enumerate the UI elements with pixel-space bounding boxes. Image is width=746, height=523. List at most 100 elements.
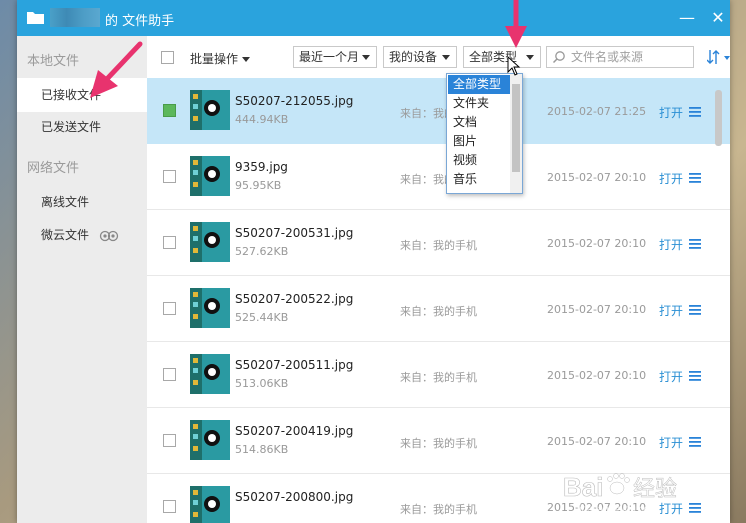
file-size: 95.95KB (235, 179, 282, 192)
folder-icon (27, 12, 44, 24)
menu-icon[interactable] (689, 305, 701, 315)
file-date: 2015-02-07 20:10 (547, 435, 647, 448)
file-name: S50207-200419.jpg (235, 424, 354, 438)
svg-text:jingyan.baidu.com: jingyan.baidu.com (576, 504, 658, 515)
file-row[interactable]: S50207-200511.jpg 513.06KB 来自：我的手机 2015-… (147, 342, 730, 408)
menu-icon[interactable] (689, 371, 701, 381)
time-filter-select[interactable]: 最近一个月 (293, 46, 377, 68)
minimize-button[interactable]: — (678, 9, 696, 27)
type-option-image[interactable]: 图片 (448, 132, 510, 151)
row-checkbox[interactable] (163, 434, 176, 447)
row-checkbox[interactable] (163, 368, 176, 381)
file-row[interactable]: S50207-200531.jpg 527.62KB 来自：我的手机 2015-… (147, 210, 730, 276)
chevron-down-icon (526, 55, 534, 60)
mouse-cursor-icon (507, 56, 521, 76)
svg-text:经验: 经验 (633, 477, 677, 502)
type-option-document[interactable]: 文档 (448, 113, 510, 132)
open-file-link[interactable]: 打开 (659, 434, 683, 451)
image-thumbnail (190, 90, 230, 130)
menu-icon[interactable] (689, 107, 701, 117)
file-source: 来自：我的手机 (400, 503, 477, 516)
watermark-logo: Bai 经验 jingyan.baidu.com (563, 472, 678, 515)
sidebar: 本地文件 已接收文件 已发送文件 网络文件 离线文件 微云文件 (17, 36, 147, 523)
file-date: 2015-02-07 20:10 (547, 369, 647, 382)
row-checkbox[interactable] (163, 500, 176, 513)
chevron-down-icon (362, 55, 370, 60)
file-date: 2015-02-07 20:10 (547, 237, 647, 250)
file-row[interactable]: S50207-200419.jpg 514.86KB 来自：我的手机 2015-… (147, 408, 730, 474)
file-name: 9359.jpg (235, 160, 288, 174)
type-option-video[interactable]: 视频 (448, 151, 510, 170)
sidebar-item-label: 微云文件 (41, 228, 90, 242)
file-source: 来自：我的手机 (400, 371, 477, 384)
menu-icon[interactable] (689, 173, 701, 183)
file-date: 2015-02-07 20:10 (547, 171, 647, 184)
type-filter-select[interactable]: 全部类型 (463, 46, 541, 68)
title-bar[interactable]: 的 文件助手 — ✕ (17, 0, 730, 36)
file-list: S50207-212055.jpg 444.94KB 来自：我的手机 2015-… (147, 78, 730, 523)
file-date: 2015-02-07 21:25 (547, 105, 647, 118)
sort-icon (707, 50, 730, 64)
file-name: S50207-212055.jpg (235, 94, 354, 108)
search-icon (552, 51, 565, 64)
file-source: 来自：我的手机 (400, 305, 477, 318)
file-row[interactable]: S50207-200522.jpg 525.44KB 来自：我的手机 2015-… (147, 276, 730, 342)
sidebar-item-offline[interactable]: 离线文件 (17, 185, 147, 219)
menu-icon[interactable] (689, 437, 701, 447)
chevron-down-icon (242, 57, 251, 62)
toolbar: 批量操作 最近一个月 我的设备 全部类型 文件名或来源 (147, 36, 730, 78)
select-all-checkbox[interactable] (161, 51, 174, 64)
file-source: 来自：我的手机 (400, 239, 477, 252)
batch-operations-label: 批量操作 (190, 52, 239, 66)
annotation-arrow-icon (90, 41, 143, 98)
file-size: 527.62KB (235, 245, 289, 258)
file-date: 2015-02-07 20:10 (547, 303, 647, 316)
file-size: 514.86KB (235, 443, 289, 456)
time-filter-value: 最近一个月 (299, 50, 360, 64)
device-filter-select[interactable]: 我的设备 (383, 46, 457, 68)
window-title: 的 文件助手 (105, 14, 175, 29)
open-file-link[interactable]: 打开 (659, 236, 683, 253)
row-checkbox[interactable] (163, 170, 176, 183)
search-placeholder: 文件名或来源 (571, 50, 644, 64)
file-name: S50207-200511.jpg (235, 358, 354, 372)
svg-text:Bai: Bai (563, 472, 603, 502)
sidebar-item-weiyun[interactable]: 微云文件 (17, 218, 147, 252)
file-size: 525.44KB (235, 311, 289, 324)
image-thumbnail (190, 156, 230, 196)
file-name: S50207-200531.jpg (235, 226, 354, 240)
cloud-icon (99, 230, 118, 241)
file-name: S50207-200522.jpg (235, 292, 354, 306)
dropdown-scrollbar-thumb[interactable] (512, 84, 520, 172)
sort-order-button[interactable] (707, 49, 730, 65)
image-thumbnail (190, 288, 230, 328)
batch-operations-menu[interactable]: 批量操作 (190, 50, 251, 67)
row-checkbox[interactable] (163, 302, 176, 315)
menu-icon[interactable] (689, 239, 701, 249)
list-scrollbar[interactable] (715, 90, 722, 146)
open-file-link[interactable]: 打开 (659, 302, 683, 319)
search-input[interactable]: 文件名或来源 (546, 46, 694, 68)
open-file-link[interactable]: 打开 (659, 170, 683, 187)
file-row[interactable]: 9359.jpg 95.95KB 来自：我的手机 2015-02-07 20:1… (147, 144, 730, 210)
type-filter-dropdown: 全部类型 文件夹 文档 图片 视频 音乐 (446, 73, 523, 194)
file-name: S50207-200800.jpg (235, 490, 354, 504)
open-file-link[interactable]: 打开 (659, 104, 683, 121)
file-source: 来自：我的手机 (400, 437, 477, 450)
row-checkbox[interactable] (163, 236, 176, 249)
open-file-link[interactable]: 打开 (659, 368, 683, 385)
image-thumbnail (190, 222, 230, 262)
image-thumbnail (190, 354, 230, 394)
annotation-arrow-icon (505, 0, 527, 48)
type-option-all[interactable]: 全部类型 (448, 75, 510, 94)
type-option-music[interactable]: 音乐 (448, 170, 510, 189)
local-files-section: 本地文件 (27, 54, 80, 69)
sidebar-item-sent[interactable]: 已发送文件 (17, 110, 147, 144)
chevron-down-icon (442, 55, 450, 60)
image-thumbnail (190, 486, 230, 523)
close-button[interactable]: ✕ (709, 9, 727, 27)
row-checkbox[interactable] (163, 104, 176, 117)
type-option-folder[interactable]: 文件夹 (448, 94, 510, 113)
file-row[interactable]: S50207-212055.jpg 444.94KB 来自：我的手机 2015-… (147, 78, 730, 144)
blurred-username (50, 8, 100, 27)
